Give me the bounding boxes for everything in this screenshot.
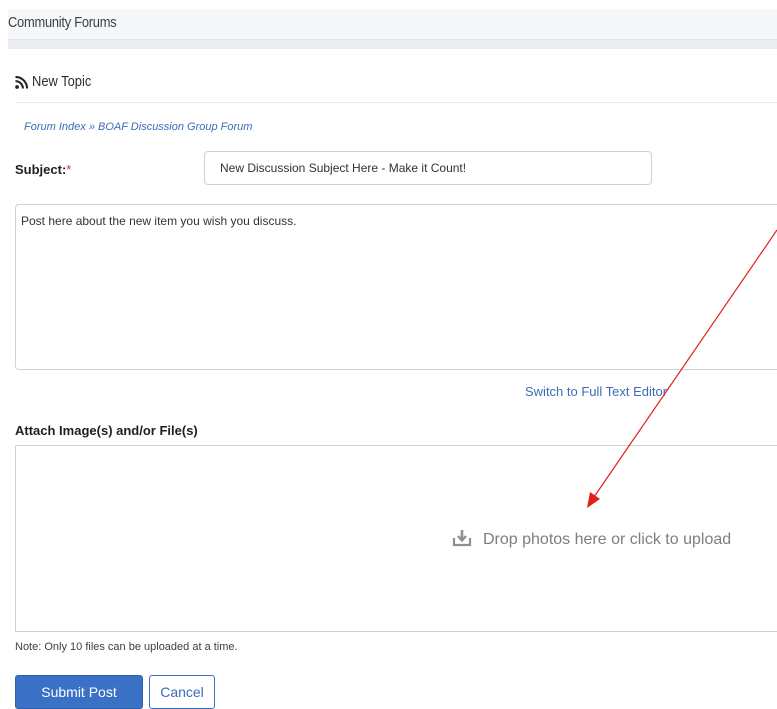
section-header: New Topic [15, 70, 777, 103]
attach-label: Attach Image(s) and/or File(s) [15, 423, 198, 438]
required-mark: * [66, 162, 72, 177]
submit-post-button[interactable]: Submit Post [15, 675, 143, 709]
breadcrumb-forum[interactable]: BOAF Discussion Group Forum [98, 121, 252, 133]
cancel-button[interactable]: Cancel [149, 675, 215, 709]
header-divider [8, 40, 777, 49]
switch-full-editor-link[interactable]: Switch to Full Text Editor [525, 384, 667, 399]
breadcrumb-separator: » [88, 121, 95, 133]
subject-label-text: Subject: [15, 162, 67, 177]
top-bar: Community Forums [8, 9, 777, 40]
dropzone-text: Drop photos here or click to upload [483, 531, 732, 548]
page-title: New Topic [32, 73, 92, 90]
subject-input[interactable] [204, 151, 652, 185]
upload-icon [452, 530, 472, 547]
rss-icon [15, 76, 28, 89]
breadcrumb-forum-index[interactable]: Forum Index [24, 121, 86, 133]
upload-limit-note: Note: Only 10 files can be uploaded at a… [15, 641, 238, 653]
site-title[interactable]: Community Forums [8, 14, 117, 31]
file-dropzone[interactable]: Drop photos here or click to upload [15, 445, 777, 632]
subject-label: Subject:* [15, 162, 71, 177]
breadcrumb: Forum Index » BOAF Discussion Group Foru… [24, 121, 252, 133]
post-body-textarea[interactable]: Post here about the new item you wish yo… [15, 204, 777, 370]
